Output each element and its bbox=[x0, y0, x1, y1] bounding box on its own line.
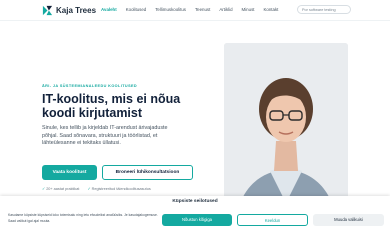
feature-label: 20+ aastat praktikat bbox=[46, 187, 80, 191]
main-nav: Avaleht Koolitused Tellimuskoolitus Teen… bbox=[101, 6, 287, 13]
book-consultation-button[interactable]: Broneeri lühikonsultatsioon bbox=[102, 165, 193, 180]
cookie-consent-banner: Küpsiste seilotused Kasutame küpsiste kü… bbox=[0, 196, 390, 240]
nav-item-minust[interactable]: Minust bbox=[242, 6, 255, 13]
feature-item: ✓Registreeritud täiendkoolitusasutus bbox=[87, 186, 150, 191]
view-training-button[interactable]: Vaata koolitust bbox=[42, 165, 97, 180]
nav-item-tellimuskoolitus[interactable]: Tellimuskoolitus bbox=[155, 6, 186, 13]
nav-item-avaleht[interactable]: Avaleht bbox=[101, 6, 117, 13]
brand-name: Kaja Trees bbox=[56, 5, 97, 15]
logo-mark-icon bbox=[42, 5, 53, 15]
nav-item-artiklid[interactable]: Artiklid bbox=[219, 6, 232, 13]
feature-list: ✓20+ aastat praktikat ✓Registreeritud tä… bbox=[42, 186, 159, 191]
nav-item-koolitused[interactable]: Koolitused bbox=[126, 6, 147, 13]
reject-button[interactable]: Keeldun bbox=[237, 214, 308, 226]
hero-eyebrow: ÄRI- JA SÜSTEEMIANALEEDU KOOLITUSED bbox=[42, 84, 138, 88]
nav-item-kontakt[interactable]: Kontakt bbox=[263, 6, 278, 13]
hero-intro: Sinule, kes tellib ja kirjeldab IT-arend… bbox=[42, 125, 168, 146]
check-icon: ✓ bbox=[42, 187, 46, 191]
cookie-description: Kasutame küpsiste küpsiseid loko totemis… bbox=[8, 213, 158, 223]
feature-label: Registreeritud täiendkoolitusasutus bbox=[91, 187, 151, 191]
cookie-settings-button[interactable]: Muuda valikuisi bbox=[313, 214, 384, 226]
accept-all-button[interactable]: Nõustun kõigiga bbox=[162, 214, 232, 226]
search-input[interactable]: Por software testing bbox=[297, 5, 351, 14]
brand-logo[interactable]: Kaja Trees bbox=[42, 4, 96, 16]
feature-item: ✓20+ aastat praktikat bbox=[42, 186, 79, 191]
hero-headline: IT-koolitus, mis ei nõua koodi kirjutami… bbox=[42, 92, 181, 120]
check-icon: ✓ bbox=[87, 187, 91, 191]
cookie-title: Küpsiste seilotused bbox=[172, 199, 218, 204]
site-header: Kaja Trees Avaleht Koolitused Tellimusko… bbox=[0, 0, 390, 21]
nav-item-teenust[interactable]: Teenust bbox=[195, 6, 210, 13]
